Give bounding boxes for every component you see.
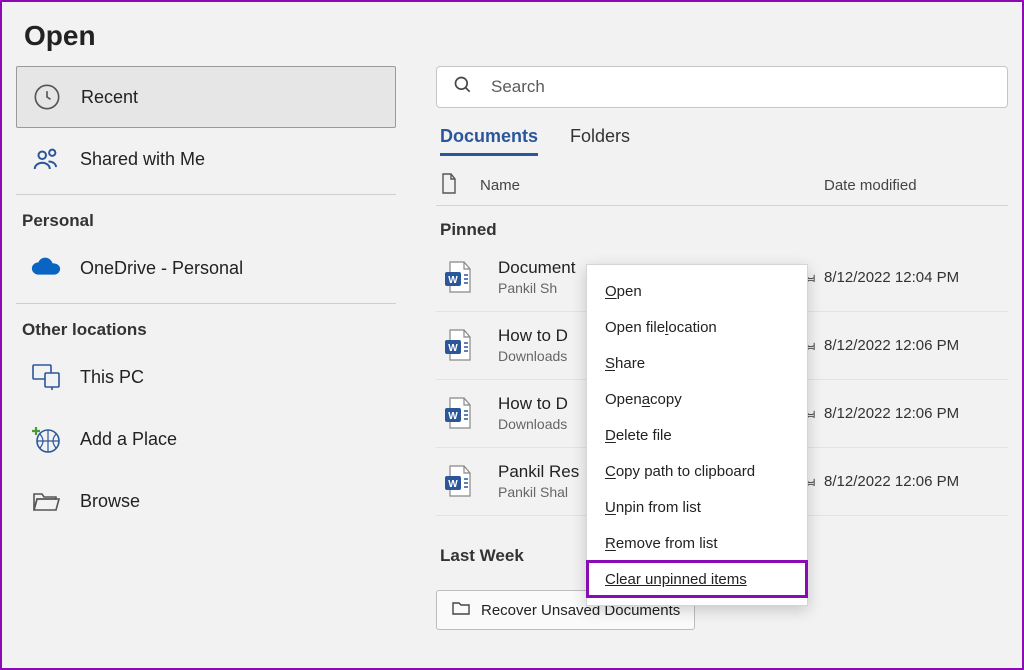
sidebar-item-label: OneDrive - Personal bbox=[80, 258, 243, 279]
sidebar: Recent Shared with Me Personal OneDrive … bbox=[16, 66, 396, 654]
sidebar-item-recent[interactable]: Recent bbox=[16, 66, 396, 128]
tabs: Documents Folders bbox=[440, 126, 1008, 156]
sidebar-item-label: Shared with Me bbox=[80, 149, 205, 170]
word-doc-icon: W bbox=[440, 260, 476, 296]
column-header-row: Name Date modified bbox=[436, 166, 1008, 206]
svg-text:W: W bbox=[448, 411, 458, 422]
add-place-icon bbox=[30, 423, 62, 455]
context-menu-item[interactable]: Unpin from list bbox=[587, 489, 807, 525]
group-pinned: Pinned bbox=[440, 220, 1008, 240]
context-menu-item[interactable]: Open file location bbox=[587, 309, 807, 345]
context-menu: OpenOpen file locationShareOpen a copyDe… bbox=[586, 264, 808, 606]
sidebar-item-shared[interactable]: Shared with Me bbox=[16, 128, 396, 190]
file-date: 8/12/2022 12:06 PM bbox=[824, 473, 1004, 490]
page-title: Open bbox=[24, 20, 1008, 52]
tab-folders[interactable]: Folders bbox=[570, 126, 630, 156]
context-menu-item[interactable]: Remove from list bbox=[587, 525, 807, 561]
this-pc-icon bbox=[30, 361, 62, 393]
svg-text:W: W bbox=[448, 343, 458, 354]
context-menu-item[interactable]: Copy path to clipboard bbox=[587, 453, 807, 489]
divider bbox=[16, 303, 396, 304]
divider bbox=[16, 194, 396, 195]
sidebar-item-browse[interactable]: Browse bbox=[16, 470, 396, 532]
word-doc-icon: W bbox=[440, 464, 476, 500]
onedrive-icon bbox=[30, 252, 62, 284]
context-menu-item[interactable]: Clear unpinned items bbox=[587, 561, 807, 597]
svg-text:W: W bbox=[448, 479, 458, 490]
document-icon bbox=[440, 173, 458, 199]
context-menu-item[interactable]: Delete file bbox=[587, 417, 807, 453]
clock-icon bbox=[31, 81, 63, 113]
sidebar-item-label: This PC bbox=[80, 367, 144, 388]
folder-icon bbox=[451, 600, 471, 620]
file-date: 8/12/2022 12:06 PM bbox=[824, 405, 1004, 422]
sidebar-item-label: Add a Place bbox=[80, 429, 177, 450]
svg-text:W: W bbox=[448, 275, 458, 286]
context-menu-item[interactable]: Share bbox=[587, 345, 807, 381]
word-doc-icon: W bbox=[440, 396, 476, 432]
tab-documents[interactable]: Documents bbox=[440, 126, 538, 156]
search-icon bbox=[453, 75, 473, 100]
search-box[interactable] bbox=[436, 66, 1008, 108]
column-date[interactable]: Date modified bbox=[824, 177, 1004, 194]
file-date: 8/12/2022 12:04 PM bbox=[824, 269, 1004, 286]
section-other: Other locations bbox=[22, 320, 396, 340]
file-date: 8/12/2022 12:06 PM bbox=[824, 337, 1004, 354]
context-menu-item[interactable]: Open a copy bbox=[587, 381, 807, 417]
sidebar-item-onedrive[interactable]: OneDrive - Personal bbox=[16, 237, 396, 299]
folder-open-icon bbox=[30, 485, 62, 517]
sidebar-item-label: Browse bbox=[80, 491, 140, 512]
context-menu-item[interactable]: Open bbox=[587, 273, 807, 309]
word-doc-icon: W bbox=[440, 328, 476, 364]
sidebar-item-thispc[interactable]: This PC bbox=[16, 346, 396, 408]
sidebar-item-label: Recent bbox=[81, 87, 138, 108]
people-icon bbox=[30, 143, 62, 175]
column-name[interactable]: Name bbox=[480, 177, 824, 194]
section-personal: Personal bbox=[22, 211, 396, 231]
sidebar-item-addplace[interactable]: Add a Place bbox=[16, 408, 396, 470]
search-input[interactable] bbox=[491, 77, 991, 97]
